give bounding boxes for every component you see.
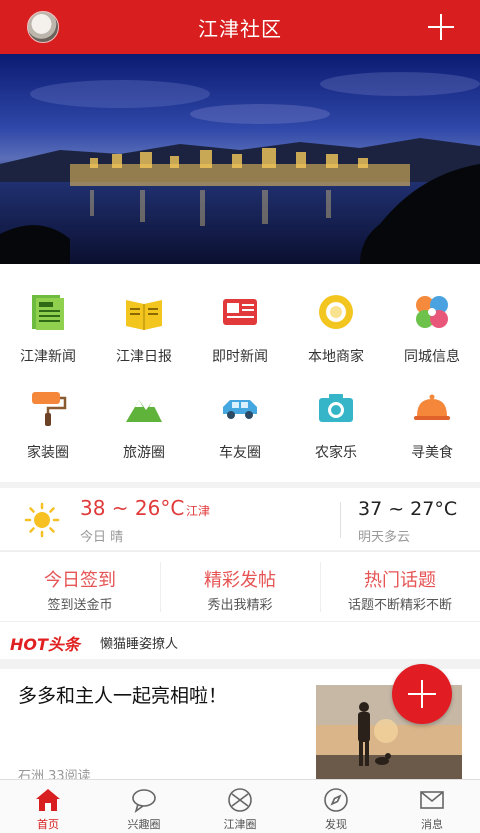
food-cloche-icon (414, 394, 450, 420)
action-subtitle: 签到送金币 (47, 598, 113, 613)
grid-item-carclub[interactable]: 车友圈 (192, 360, 288, 461)
page-title: 江津社区 (198, 16, 282, 41)
weather-panel[interactable]: 38 ~ 26°C 江津 今日 晴 37 ~ 27°C 明天多云 (0, 488, 480, 550)
grid-item-travel[interactable]: 旅游圈 (96, 360, 192, 461)
hot-headline-text[interactable]: 懒猫睡姿撩人 (100, 633, 178, 652)
bottom-tab-bar: 首页 兴趣圈 江津圈 发现 消息 (0, 779, 480, 833)
feed-title: 多多和主人一起亮相啦！ (18, 685, 228, 707)
today-condition: 今日 晴 (80, 530, 124, 545)
tomorrow-condition: 明天多云 (358, 530, 411, 545)
tab-jiangjin[interactable]: 江津圈 (192, 780, 288, 833)
newspaper-icon (126, 300, 162, 330)
feature-row-2: 家装圈 旅游圈 车友圈 农家乐 寻美食 (0, 360, 480, 461)
post-button[interactable]: 精彩发帖 秀出我精彩 (160, 552, 320, 622)
add-icon[interactable] (428, 14, 454, 40)
circle-logo-icon (228, 788, 252, 812)
grid-label: 农家乐 (315, 445, 357, 461)
grid-item-instant[interactable]: 即时新闻 (192, 264, 288, 365)
action-subtitle: 秀出我精彩 (207, 598, 273, 613)
grid-label: 寻美食 (411, 445, 453, 461)
paint-roller-icon (32, 392, 67, 426)
grid-item-cityinfo[interactable]: 同城信息 (384, 264, 480, 365)
hot-logo: HOT头条 (10, 635, 80, 654)
mail-icon (420, 791, 444, 809)
city-info-icon (416, 296, 448, 328)
tab-home[interactable]: 首页 (0, 780, 96, 833)
action-title: 精彩发帖 (204, 570, 276, 591)
news-icon (32, 295, 64, 330)
banner-image[interactable] (0, 54, 480, 264)
action-title: 今日签到 (44, 570, 116, 591)
camera-icon (319, 394, 353, 422)
avatar[interactable] (27, 11, 59, 43)
chat-bubble-icon (132, 789, 156, 813)
hot-topics-button[interactable]: 热门话题 话题不断精彩不断 (320, 552, 480, 622)
grid-label: 旅游圈 (123, 445, 165, 461)
grid-item-merchant[interactable]: 本地商家 (288, 264, 384, 365)
grid-item-food[interactable]: 寻美食 (384, 360, 480, 461)
grid-label: 家装圈 (27, 445, 69, 461)
hot-headline-bar[interactable]: HOT头条 懒猫睡姿撩人 (0, 621, 480, 659)
tab-messages[interactable]: 消息 (384, 780, 480, 833)
feature-grid: 江津新闻 江津日报 即时新闻 本地商家 同城信息 家装圈 旅游圈 车友圈 农家乐… (0, 264, 480, 482)
tab-discover[interactable]: 发现 (288, 780, 384, 833)
floating-add-button[interactable] (392, 664, 452, 724)
checkin-button[interactable]: 今日签到 签到送金币 (0, 552, 160, 622)
home-icon (36, 789, 60, 811)
merchant-icon (319, 295, 353, 329)
tab-label: 消息 (421, 818, 443, 831)
today-temperature: 38 ~ 26°C (80, 496, 185, 520)
action-bar: 今日签到 签到送金币 精彩发帖 秀出我精彩 热门话题 话题不断精彩不断 (0, 551, 480, 621)
mountain-icon (126, 400, 162, 422)
compass-icon (324, 788, 348, 812)
sun-icon (24, 502, 60, 538)
top-bar: 江津社区 (0, 0, 480, 54)
grid-item-farmhouse[interactable]: 农家乐 (288, 360, 384, 461)
weather-city: 江津 (186, 504, 211, 518)
action-title: 热门话题 (364, 570, 436, 591)
grid-label: 车友圈 (219, 445, 261, 461)
tab-label: 首页 (37, 818, 59, 831)
instant-news-icon (223, 299, 257, 325)
tab-interest[interactable]: 兴趣圈 (96, 780, 192, 833)
divider (340, 502, 341, 538)
tab-label: 发现 (325, 818, 347, 831)
app-screen: 江津社区 江津新闻 江津日报 即时新闻 本地商家 同城信息 家装圈 旅游圈 车友… (0, 0, 480, 833)
grid-item-news[interactable]: 江津新闻 (0, 264, 96, 365)
tab-label: 江津圈 (223, 818, 257, 831)
tab-label: 兴趣圈 (127, 818, 161, 831)
action-subtitle: 话题不断精彩不断 (347, 598, 452, 613)
tomorrow-temperature: 37 ~ 27°C (358, 498, 458, 520)
car-icon (223, 400, 257, 419)
grid-item-decor[interactable]: 家装圈 (0, 360, 96, 461)
grid-item-daily[interactable]: 江津日报 (96, 264, 192, 365)
feature-row-1: 江津新闻 江津日报 即时新闻 本地商家 同城信息 (0, 264, 480, 365)
feed-meta: 石洲 33阅读 (18, 769, 91, 779)
